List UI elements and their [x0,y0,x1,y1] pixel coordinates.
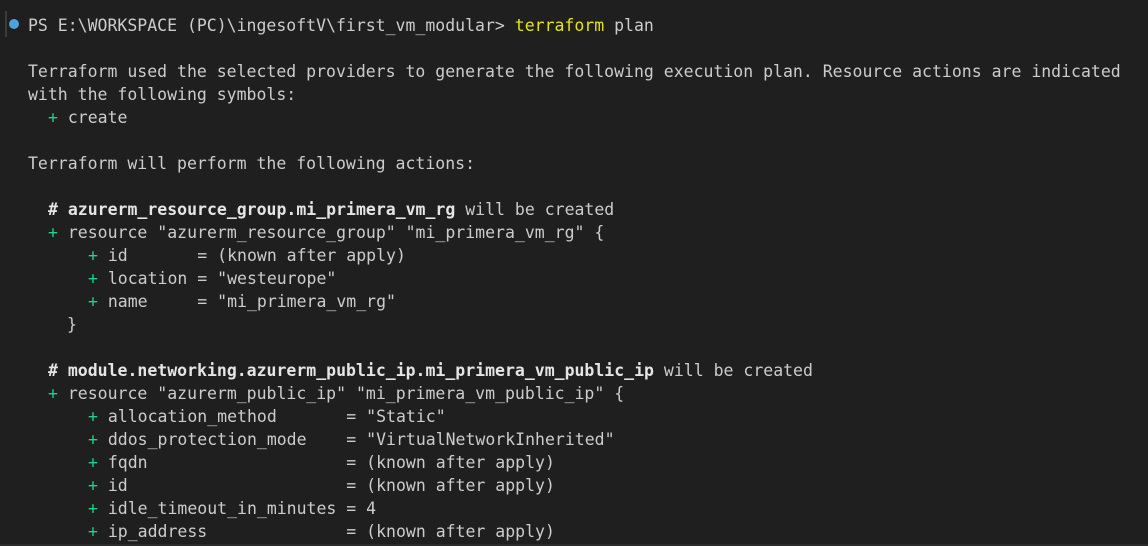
plus-symbol: + [88,453,98,472]
attr-text: ip_address = (known after apply) [97,522,555,541]
pip-resource-line: + resource "azurerm_public_ip" "mi_prime… [48,382,624,405]
symbol-create-label: create [57,108,128,127]
rg-attr-id: + id = (known after apply) [88,244,406,267]
plus-symbol: + [88,476,98,495]
attr-text: allocation_method = "Static" [97,407,446,426]
attr-text: idle_timeout_in_minutes = 4 [97,499,377,518]
command-args: plan [604,16,654,35]
plus-symbol: + [48,384,58,403]
plus-symbol: + [88,499,98,518]
plus-symbol: + [88,522,98,541]
hash-mark: # [48,361,68,380]
rg-comment: # azurerm_resource_group.mi_primera_vm_r… [48,198,614,221]
pip-suffix: will be created [653,361,813,380]
pip-comment: # module.networking.azurerm_public_ip.mi… [48,359,813,382]
rg-resource-line: + resource "azurerm_resource_group" "mi_… [48,221,604,244]
rg-attr-location: + location = "westeurope" [88,267,336,290]
rg-resource-decl: resource "azurerm_resource_group" "mi_pr… [57,223,605,242]
hash-mark: # [48,200,68,219]
pip-attr-ip-address: + ip_address = (known after apply) [88,520,555,543]
pip-attr-id: + id = (known after apply) [88,474,555,497]
attr-text: location = "westeurope" [97,269,337,288]
pip-resource-decl: resource "azurerm_public_ip" "mi_primera… [57,384,625,403]
symbol-legend: + create [48,106,127,129]
attr-text: id = (known after apply) [97,246,406,265]
pip-attr-ddos: + ddos_protection_mode = "VirtualNetwork… [88,428,615,451]
attr-text: fqdn = (known after apply) [97,453,555,472]
prompt-line: PS E:\WORKSPACE (PC)\ingesoftV\first_vm_… [28,14,654,37]
terminal-output[interactable]: PS E:\WORKSPACE (PC)\ingesoftV\first_vm_… [0,0,1148,546]
command-decoration-icon[interactable] [9,19,19,29]
rg-address: azurerm_resource_group.mi_primera_vm_rg [67,200,456,219]
attr-text: name = "mi_primera_vm_rg" [97,292,396,311]
rg-attr-name: + name = "mi_primera_vm_rg" [88,290,396,313]
plus-symbol: + [88,430,98,449]
actions-header: Terraform will perform the following act… [28,154,476,173]
plus-symbol: + [88,407,98,426]
pip-attr-idle-timeout: + idle_timeout_in_minutes = 4 [88,497,376,520]
plus-symbol: + [88,292,98,311]
prompt-path: PS E:\WORKSPACE (PC)\ingesoftV\first_vm_… [28,16,515,35]
intro-line-1: Terraform used the selected providers to… [28,62,1121,81]
rg-close-brace: } [67,315,77,334]
plus-symbol: + [88,269,98,288]
command-name: terraform [514,16,605,35]
prompt-gutter [5,11,7,37]
attr-text: ddos_protection_mode = "VirtualNetworkIn… [97,430,615,449]
plus-symbol: + [48,108,58,127]
attr-text: id = (known after apply) [97,476,555,495]
plus-symbol: + [88,246,98,265]
intro-line-2: with the following symbols: [28,85,297,104]
pip-attr-allocation-method: + allocation_method = "Static" [88,405,446,428]
rg-suffix: will be created [455,200,615,219]
pip-address: module.networking.azurerm_public_ip.mi_p… [67,361,654,380]
plus-symbol: + [48,223,58,242]
pip-attr-fqdn: + fqdn = (known after apply) [88,451,555,474]
